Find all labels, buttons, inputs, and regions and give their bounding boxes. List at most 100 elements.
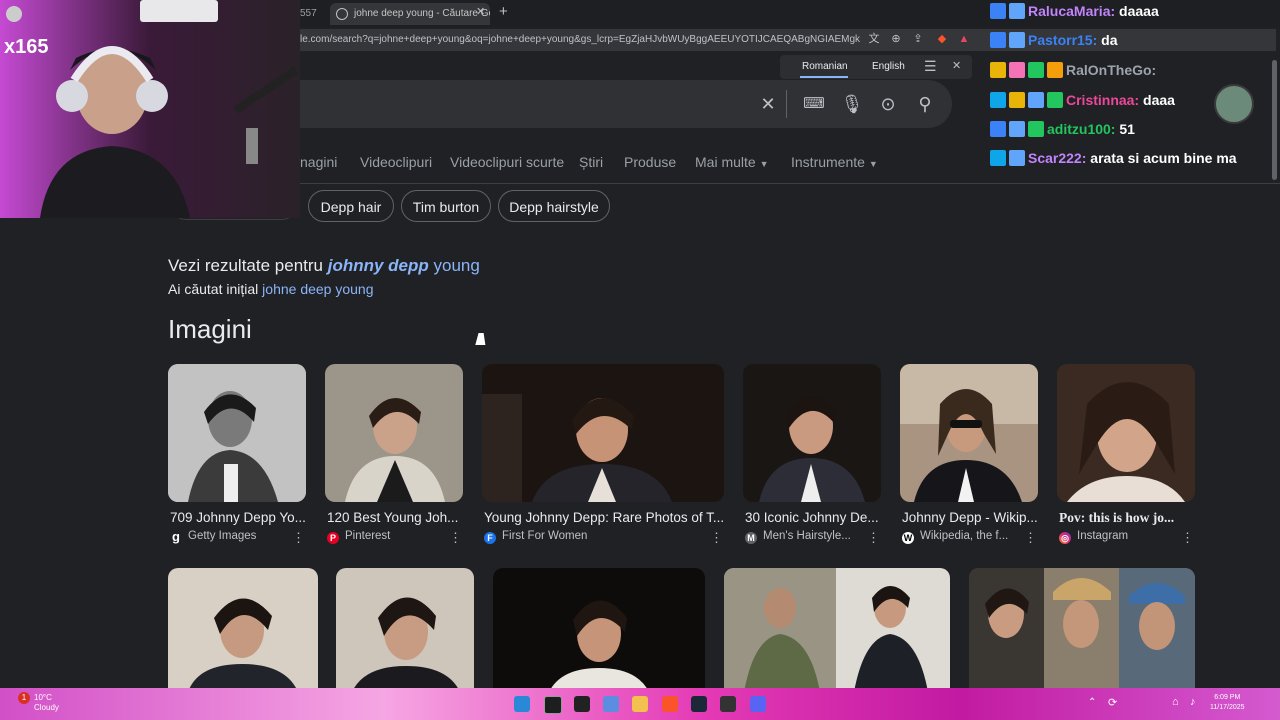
image-thumbnail[interactable] — [168, 568, 318, 692]
tab-more[interactable]: Mai multe ▼ — [695, 154, 769, 170]
image-thumbnail[interactable] — [969, 568, 1195, 692]
keyboard-icon[interactable]: ⌨ — [802, 92, 826, 116]
steam-icon[interactable] — [691, 696, 707, 712]
chat-message: RalOnTheGo: — [990, 62, 1156, 78]
chat-username: Cristinnaa: — [1066, 92, 1140, 108]
explorer-icon[interactable] — [632, 696, 648, 712]
image-thumbnail[interactable] — [168, 364, 306, 502]
image-source-label: Instagram — [1077, 530, 1129, 542]
tab-tools[interactable]: Instrumente ▼ — [791, 154, 878, 170]
translate-source-lang[interactable]: Romanian — [802, 61, 848, 72]
app-icon[interactable] — [720, 696, 736, 712]
clear-search-icon[interactable]: ✕ — [756, 92, 780, 116]
image-source[interactable]: ◎ Instagram — [1059, 530, 1128, 544]
more-options-icon[interactable]: ⋮ — [710, 530, 723, 546]
menu-icon[interactable]: ☰ — [924, 58, 937, 75]
image-thumbnail[interactable] — [493, 568, 705, 692]
image-thumbnail[interactable] — [1057, 364, 1195, 502]
bttv-badge-icon — [990, 121, 1006, 137]
chat-text: daaa — [1143, 92, 1175, 108]
chip-depp-hair[interactable]: Depp hair — [308, 190, 394, 222]
image-thumbnail[interactable] — [482, 364, 724, 502]
translate-target-lang[interactable]: English — [872, 61, 905, 72]
wifi-icon[interactable]: ⌂ — [1172, 696, 1179, 708]
image-thumbnail[interactable] — [900, 364, 1038, 502]
portrait-image — [1057, 364, 1195, 502]
browser-tab-active[interactable]: johne deep young - Căutare Go — [330, 3, 490, 25]
gift-badge-icon — [1047, 92, 1063, 108]
zoom-icon[interactable]: ⊕ — [888, 31, 904, 47]
tab-videos[interactable]: Videoclipuri — [360, 154, 432, 170]
getty-icon: g — [170, 530, 182, 543]
rewards-icon[interactable]: ▲ — [956, 31, 972, 47]
brave-icon[interactable] — [662, 696, 678, 712]
chat-text: arata si acum bine ma — [1090, 150, 1237, 166]
tab-short-videos[interactable]: Videoclipuri scurte — [450, 154, 564, 170]
bw-portrait-image — [168, 364, 306, 502]
avatar — [6, 6, 22, 22]
start-icon[interactable] — [514, 696, 530, 712]
image-title[interactable]: 709 Johnny Depp Yo... — [170, 510, 306, 525]
weather-widget[interactable]: 10°C Cloudy — [20, 693, 59, 713]
browser-tab-previous[interactable]: 557 — [300, 3, 328, 25]
search-icon[interactable]: ⚲ — [913, 92, 937, 116]
collage-image — [724, 568, 950, 692]
image-title[interactable]: 120 Best Young Joh... — [327, 510, 463, 525]
corrected-query-rest: young — [433, 256, 480, 275]
tab-more-label: Mai multe — [695, 154, 756, 170]
image-source[interactable]: F First For Women — [484, 530, 587, 544]
url-text[interactable]: le.com/search?q=johne+deep+young&oq=john… — [300, 29, 860, 51]
files-icon[interactable] — [603, 696, 619, 712]
image-source[interactable]: g Getty Images — [170, 530, 256, 543]
microphone-icon[interactable]: 🎙 — [840, 92, 864, 116]
subscriber-badge-icon — [1009, 32, 1025, 48]
image-thumbnail[interactable] — [325, 364, 463, 502]
tab-products[interactable]: Produse — [624, 154, 676, 170]
mouse-cursor — [475, 333, 489, 345]
image-thumbnail[interactable] — [743, 364, 881, 502]
image-thumbnail[interactable] — [336, 568, 474, 692]
task-view-icon[interactable] — [544, 696, 562, 714]
first-for-women-icon: F — [484, 532, 496, 544]
image-title[interactable]: Pov: this is how jo... — [1059, 510, 1195, 526]
tab-images[interactable]: nagini — [300, 154, 337, 170]
original-query-link[interactable]: johne deep young — [262, 281, 373, 297]
bits-badge-icon — [1047, 62, 1063, 78]
more-options-icon[interactable]: ⋮ — [292, 530, 305, 546]
close-tab-icon[interactable]: ✕ — [476, 5, 485, 18]
new-tab-icon[interactable]: + — [499, 3, 508, 20]
image-title[interactable]: Johnny Depp - Wikip... — [902, 510, 1038, 525]
wikipedia-icon: W — [902, 532, 914, 544]
app-icon[interactable] — [574, 696, 590, 712]
chevron-down-icon: ▼ — [868, 159, 878, 169]
image-title[interactable]: Young Johnny Depp: Rare Photos of T... — [484, 510, 724, 525]
more-options-icon[interactable]: ⋮ — [867, 530, 880, 546]
chat-text: daaaa — [1119, 3, 1159, 19]
close-translate-icon[interactable]: ✕ — [952, 59, 961, 72]
image-title[interactable]: 30 Iconic Johnny De... — [745, 510, 881, 525]
hammer-badge-icon — [990, 92, 1006, 108]
network-icon[interactable]: ⟳ — [1108, 696, 1117, 709]
system-clock[interactable]: 6:09 PM 11/17/2025 — [1210, 693, 1245, 713]
more-options-icon[interactable]: ⋮ — [1181, 530, 1194, 546]
share-icon[interactable]: ⇪ — [910, 31, 926, 47]
chip-depp-hairstyle[interactable]: Depp hairstyle — [498, 190, 610, 222]
lens-icon[interactable]: ⊙ — [876, 92, 900, 116]
active-lang-indicator — [800, 76, 848, 78]
more-options-icon[interactable]: ⋮ — [1024, 530, 1037, 546]
brave-shield-icon[interactable]: ◆ — [934, 31, 950, 47]
more-options-icon[interactable]: ⋮ — [449, 530, 462, 546]
image-source[interactable]: M Men's Hairstyle... — [745, 530, 851, 544]
translate-icon[interactable]: 文 — [866, 31, 882, 47]
chevron-up-icon[interactable]: ⌃ — [1088, 697, 1096, 708]
image-source-label: Getty Images — [188, 530, 257, 542]
image-source[interactable]: P Pinterest — [327, 530, 390, 544]
image-thumbnail[interactable] — [724, 568, 950, 692]
tab-news[interactable]: Știri — [579, 154, 603, 170]
image-source[interactable]: W Wikipedia, the f... — [902, 530, 1008, 544]
corrected-query-link[interactable]: johnny depp young — [328, 256, 480, 275]
discord-icon[interactable] — [750, 696, 766, 712]
chip-tim-burton[interactable]: Tim burton — [401, 190, 491, 222]
volume-icon[interactable]: ♪ — [1190, 696, 1196, 708]
searched-prefix: Ai căutat inițial — [168, 281, 259, 297]
